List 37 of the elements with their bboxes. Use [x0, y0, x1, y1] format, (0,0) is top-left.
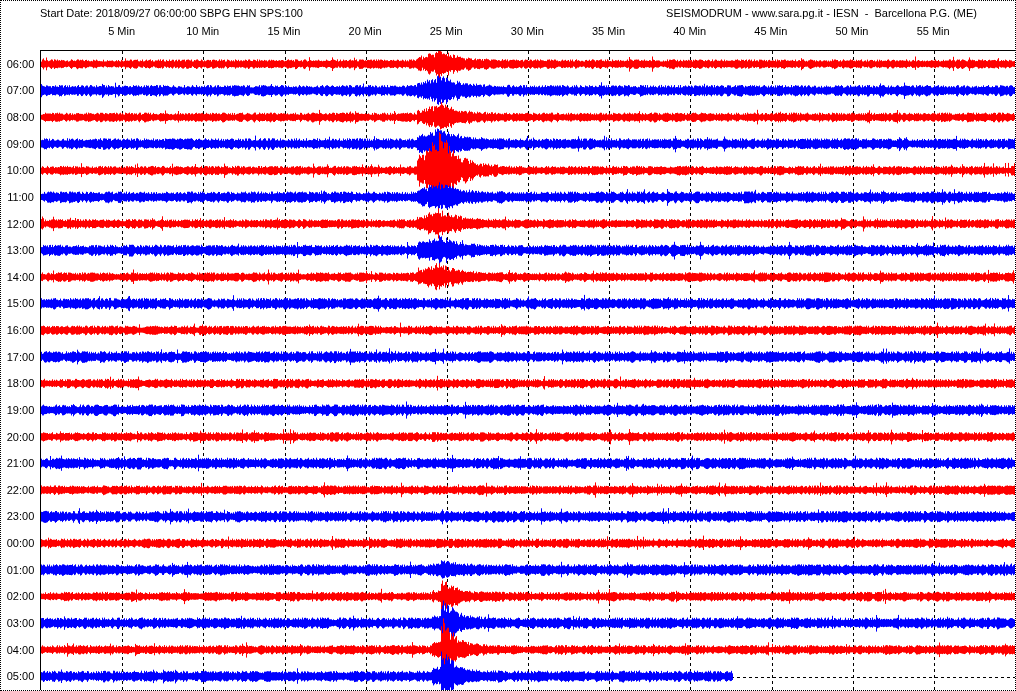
hour-label: 00:00 — [6, 536, 35, 552]
minute-label: 40 Min — [673, 25, 707, 38]
hour-label: 22:00 — [6, 482, 35, 498]
hour-label: 02:00 — [6, 589, 35, 605]
hour-label: 17:00 — [6, 349, 35, 365]
minute-label: 30 Min — [510, 25, 544, 38]
minute-label: 25 Min — [429, 25, 463, 38]
minute-label: 35 Min — [592, 25, 626, 38]
hour-label: 11:00 — [7, 189, 34, 205]
minute-label: 50 Min — [835, 25, 869, 38]
hour-label: 01:00 — [6, 562, 35, 578]
hour-label: 06:00 — [6, 56, 35, 72]
start-info: Start Date: 2018/09/27 06:00:00 SBPG EHN SPS:100 — [40, 6, 303, 20]
hour-label: 20:00 — [6, 429, 35, 445]
hour-label: 21:00 — [6, 456, 35, 472]
hour-label: 04:00 — [6, 642, 35, 658]
minute-label: 45 Min — [754, 25, 788, 38]
minute-label: 55 Min — [916, 25, 950, 38]
hour-label: 16:00 — [6, 323, 35, 339]
hour-label: 05:00 — [6, 669, 35, 685]
hour-label: 18:00 — [6, 376, 35, 392]
hour-label: 10:00 — [6, 163, 35, 179]
hour-label: 13:00 — [6, 243, 35, 259]
hour-label: 08:00 — [6, 110, 35, 126]
hour-label: 19:00 — [6, 402, 35, 418]
hour-label: 12:00 — [6, 216, 35, 232]
station-info: SEISMODRUM - www.sara.pg.it - IESN - Barcellona P.G. (ME) — [666, 6, 977, 20]
minute-label: 15 Min — [267, 25, 301, 38]
minute-label: 10 Min — [186, 25, 220, 38]
hour-label: 15:00 — [6, 296, 35, 312]
hour-label: 14:00 — [6, 269, 35, 285]
minute-label: 5 Min — [108, 25, 136, 38]
minute-label: 20 Min — [348, 25, 382, 38]
hour-label: 23:00 — [6, 509, 35, 525]
hour-label: 07:00 — [6, 83, 35, 99]
hour-label: 09:00 — [6, 136, 35, 152]
hour-label: 03:00 — [6, 615, 35, 631]
